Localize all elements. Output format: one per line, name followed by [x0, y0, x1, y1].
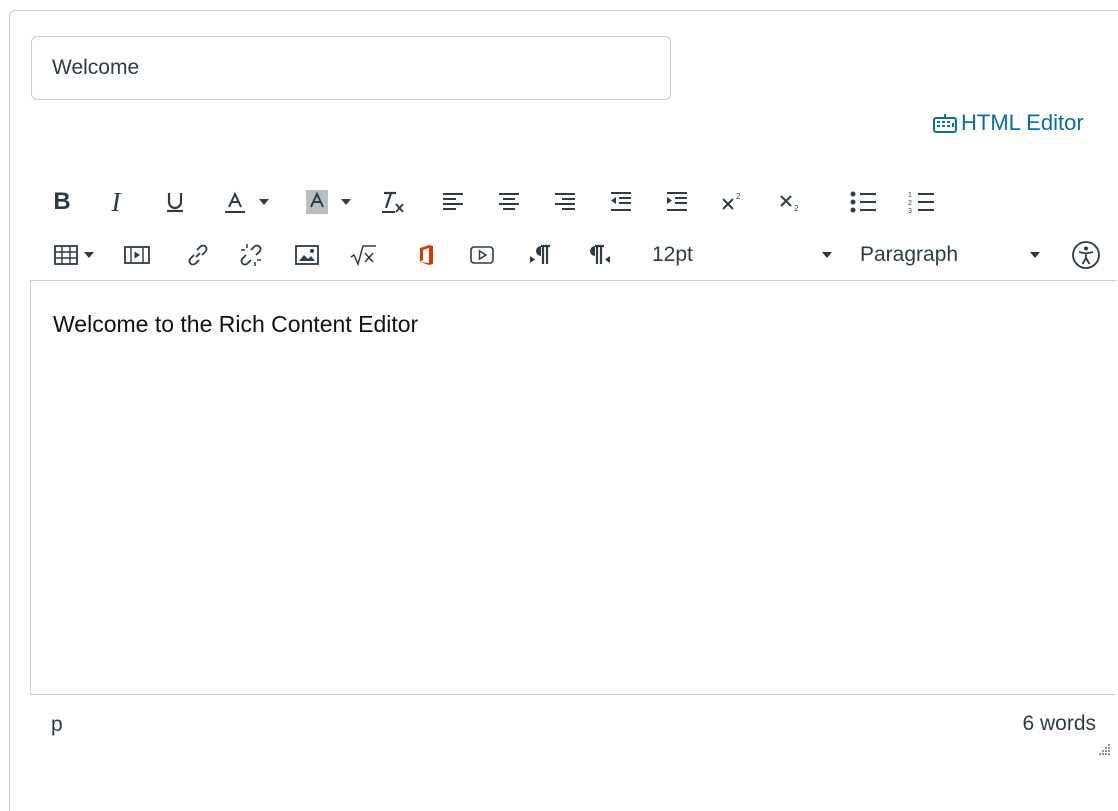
bullet-list-icon	[850, 191, 876, 213]
underline-icon	[167, 193, 183, 213]
accessibility-checker-button[interactable]	[1066, 237, 1106, 273]
image-icon	[295, 245, 319, 265]
underline-button[interactable]	[160, 184, 190, 220]
align-left-button[interactable]	[438, 184, 468, 220]
rtl-button[interactable]	[584, 237, 614, 273]
office-365-button[interactable]	[412, 237, 440, 273]
outdent-icon	[611, 192, 631, 211]
accessibility-icon	[1072, 241, 1100, 269]
chevron-down-icon	[84, 252, 94, 258]
unlink-icon	[240, 244, 262, 266]
clear-formatting-button[interactable]	[378, 184, 408, 220]
text-color-icon	[225, 191, 245, 213]
italic-button[interactable]: I	[104, 184, 128, 220]
remove-link-button[interactable]	[232, 237, 270, 273]
bold-button[interactable]: B	[48, 184, 76, 220]
page-title-input[interactable]	[31, 36, 671, 100]
element-path[interactable]: p	[51, 713, 63, 737]
indent-button[interactable]	[662, 184, 692, 220]
align-right-icon	[555, 193, 575, 210]
italic-icon: I	[111, 186, 121, 217]
svg-text:1: 1	[908, 192, 912, 199]
text-color-button[interactable]	[216, 184, 276, 220]
font-size-value: 12pt	[652, 243, 693, 266]
subscript-button[interactable]: 2	[776, 184, 806, 220]
media-icon	[124, 246, 150, 264]
ltr-button[interactable]	[525, 237, 555, 273]
numbered-list-icon: 123	[908, 192, 934, 215]
svg-text:2: 2	[736, 192, 741, 201]
editor-paragraph[interactable]: Welcome to the Rich Content Editor	[53, 311, 1116, 338]
background-color-button[interactable]	[298, 184, 358, 220]
outdent-button[interactable]	[606, 184, 636, 220]
numbered-list-button[interactable]: 123	[904, 184, 938, 220]
subscript-icon: 2	[780, 195, 799, 213]
svg-text:2: 2	[908, 200, 912, 207]
align-center-icon	[499, 193, 519, 210]
align-left-icon	[443, 193, 463, 210]
resize-handle-icon[interactable]	[1097, 742, 1111, 756]
word-count: 6 words	[1022, 712, 1096, 735]
bold-icon: B	[53, 188, 71, 215]
chevron-down-icon	[259, 199, 269, 205]
font-size-select[interactable]: 12pt	[652, 237, 832, 273]
chevron-down-icon	[341, 199, 351, 205]
superscript-button[interactable]: 2	[718, 184, 748, 220]
block-format-select[interactable]: Paragraph	[860, 237, 1040, 273]
rich-content-editor-body[interactable]: Welcome to the Rich Content Editor	[30, 280, 1116, 695]
svg-text:2: 2	[794, 204, 799, 213]
align-center-button[interactable]	[494, 184, 524, 220]
insert-math-button[interactable]	[346, 237, 380, 273]
superscript-icon: 2	[722, 192, 741, 210]
table-icon	[54, 245, 78, 265]
background-color-icon	[306, 190, 328, 214]
bullet-list-button[interactable]	[846, 184, 880, 220]
left-to-right-icon	[530, 244, 550, 264]
html-editor-link[interactable]: HTML Editor	[932, 108, 1084, 138]
indent-icon	[667, 192, 687, 211]
insert-image-button[interactable]	[291, 237, 323, 273]
link-icon	[188, 244, 208, 266]
align-right-button[interactable]	[550, 184, 580, 220]
chevron-down-icon	[822, 252, 832, 258]
video-icon	[470, 246, 494, 264]
html-editor-label: HTML Editor	[961, 110, 1084, 135]
right-to-left-icon	[590, 244, 610, 264]
insert-link-button[interactable]	[182, 237, 214, 273]
keyboard-icon	[933, 114, 957, 133]
svg-text:3: 3	[908, 208, 912, 215]
media-embed-button[interactable]	[121, 237, 153, 273]
block-format-value: Paragraph	[860, 243, 959, 266]
table-button[interactable]	[46, 237, 102, 273]
math-equation-icon	[350, 245, 376, 267]
office-365-icon	[420, 245, 433, 265]
embed-video-button[interactable]	[466, 237, 498, 273]
clear-formatting-icon	[382, 191, 404, 213]
chevron-down-icon	[1030, 252, 1040, 258]
